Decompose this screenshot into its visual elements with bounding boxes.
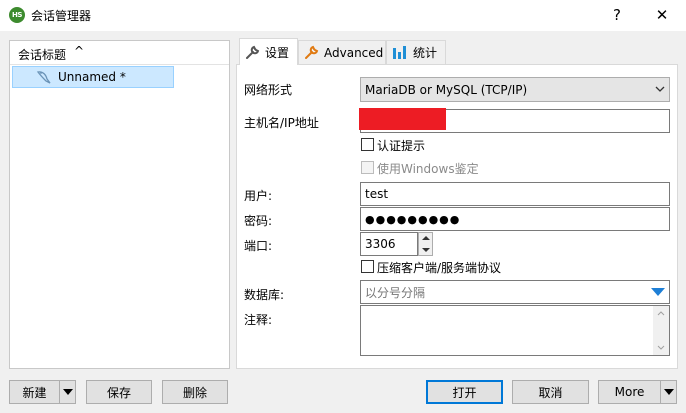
tree-header-label: 会话标题 [18, 48, 67, 62]
redaction-block [359, 108, 446, 130]
auth-prompt-label: 认证提示 [377, 139, 426, 153]
comment-label: 注释: [244, 313, 273, 327]
session-tree[interactable]: 会话标题 ^ Unnamed * [9, 40, 230, 369]
app-logo-icon: HS [9, 7, 25, 23]
new-button[interactable]: 新建 [9, 380, 76, 404]
scroll-down-icon[interactable] [657, 345, 665, 350]
tree-item-label: Unnamed * [58, 70, 126, 84]
port-label: 端口: [244, 239, 273, 253]
new-button-label: 新建 [22, 385, 47, 400]
more-button[interactable]: More [598, 380, 677, 404]
password-input[interactable]: ●●●●●●●●● [360, 207, 670, 231]
sort-up-icon: ^ [74, 44, 85, 58]
title-bar: HS 会话管理器 ? ✕ [0, 0, 686, 31]
tree-item-session[interactable]: Unnamed * [12, 66, 174, 88]
database-input[interactable]: 以分号分隔 [360, 280, 670, 304]
cancel-button-label: 取消 [538, 385, 563, 400]
save-button-label: 保存 [106, 385, 131, 400]
network-type-value: MariaDB or MySQL (TCP/IP) [365, 82, 528, 97]
window-title: 会话管理器 [31, 9, 92, 23]
database-placeholder: 以分号分隔 [365, 285, 426, 300]
more-button-label: More [614, 385, 645, 399]
wrench-icon [246, 45, 260, 59]
step-down-icon[interactable] [422, 247, 430, 253]
hostname-label: 主机名/IP地址 [244, 116, 319, 130]
chevron-down-icon [655, 86, 665, 92]
auth-prompt-checkbox[interactable] [361, 138, 374, 151]
new-dropdown[interactable] [59, 381, 75, 403]
compress-label: 压缩客户端/服务端协议 [377, 261, 502, 275]
password-value: ●●●●●●●●● [365, 212, 461, 226]
tab-statistics[interactable]: 统计 [386, 40, 446, 64]
user-value: test [365, 187, 389, 201]
tab-statistics-label: 统计 [413, 46, 438, 60]
delete-button-label: 删除 [182, 385, 207, 400]
bar-chart-icon [393, 46, 406, 59]
port-value: 3306 [365, 237, 396, 251]
dropdown-arrow-icon [663, 389, 674, 395]
database-label: 数据库: [244, 288, 285, 302]
tab-settings-label: 设置 [265, 45, 290, 60]
tab-settings[interactable]: 设置 [239, 38, 298, 65]
dolphin-icon [36, 71, 51, 84]
open-button[interactable]: 打开 [426, 380, 503, 404]
cancel-button[interactable]: 取消 [512, 380, 589, 404]
network-type-label: 网络形式 [244, 83, 293, 97]
port-stepper[interactable] [418, 232, 433, 256]
port-input[interactable]: 3306 [360, 232, 418, 256]
tab-advanced[interactable]: Advanced [298, 40, 386, 64]
windows-auth-checkbox[interactable] [361, 161, 374, 174]
comment-textarea[interactable] [360, 305, 670, 356]
scroll-up-icon[interactable] [657, 311, 665, 316]
dropdown-arrow-icon [62, 389, 73, 395]
close-button[interactable]: ✕ [650, 4, 674, 26]
network-type-select[interactable]: MariaDB or MySQL (TCP/IP) [360, 77, 670, 102]
tab-advanced-label: Advanced [324, 45, 384, 60]
wrench-orange-icon [305, 45, 319, 59]
user-input[interactable]: test [360, 182, 670, 206]
more-dropdown[interactable] [660, 381, 676, 403]
delete-button[interactable]: 删除 [162, 380, 228, 404]
help-button[interactable]: ? [605, 4, 629, 26]
save-button[interactable]: 保存 [86, 380, 152, 404]
open-button-label: 打开 [452, 385, 477, 400]
windows-auth-label: 使用Windows鉴定 [377, 162, 479, 176]
database-dropdown-icon[interactable] [651, 288, 665, 297]
comment-scrollbar[interactable] [653, 306, 669, 355]
tree-column-header[interactable]: 会话标题 ^ [10, 41, 229, 65]
user-label: 用户: [244, 189, 273, 203]
password-label: 密码: [244, 214, 273, 228]
compress-checkbox[interactable] [361, 260, 374, 273]
step-up-icon[interactable] [422, 235, 430, 241]
